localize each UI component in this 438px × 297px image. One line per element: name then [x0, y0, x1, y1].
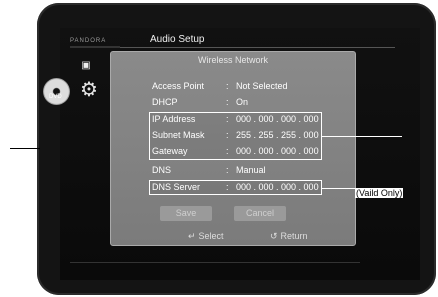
left-callout-line — [10, 148, 40, 149]
enter-icon: ↵ — [188, 231, 196, 241]
save-button[interactable]: Save — [160, 206, 212, 221]
screen-title: Audio Setup — [150, 34, 205, 45]
callout-line-ip-group — [322, 136, 402, 137]
valid-only-annotation: (Vaild Only) — [355, 188, 404, 198]
row-colon: : — [226, 81, 229, 91]
gateway-field[interactable]: 000 . 000 . 000 . 000 — [236, 145, 346, 158]
cancel-button[interactable]: Cancel — [234, 206, 286, 221]
bottom-divider — [70, 262, 360, 263]
row-label: DNS Server — [152, 182, 201, 192]
select-hint: ↵ Select — [188, 230, 224, 242]
dialog-title: Wireless Network — [197, 55, 268, 65]
title-divider — [120, 47, 395, 48]
dvd-icon[interactable] — [43, 78, 70, 105]
row-colon: : — [226, 114, 229, 124]
brand-logo: PANDORA — [70, 38, 107, 44]
row-label: Gateway — [152, 146, 188, 156]
ip-address-field[interactable]: 000 . 000 . 000 . 000 — [236, 113, 346, 126]
row-label: DNS — [152, 165, 172, 175]
row-colon: : — [226, 182, 229, 192]
row-colon: : — [226, 146, 229, 156]
callout-line-dns-server — [322, 188, 356, 189]
dns-mode-value[interactable]: Manual — [236, 164, 346, 177]
row-label: Access Point — [152, 81, 205, 91]
select-hint-label: Select — [198, 231, 224, 241]
brand-underline — [70, 46, 120, 48]
row-colon: : — [226, 130, 229, 140]
return-hint: ↺ Return — [270, 230, 308, 242]
row-label: Subnet Mask — [152, 130, 205, 140]
return-icon: ↺ — [270, 231, 278, 241]
row-label: IP Address — [152, 114, 196, 124]
return-hint-label: Return — [280, 231, 308, 241]
settings-gear-icon[interactable]: ⚙ — [78, 79, 100, 101]
row-colon: : — [226, 165, 229, 175]
row-value: Not Selected — [236, 81, 288, 91]
remote-icon: ▣ — [81, 60, 91, 71]
row-colon: : — [226, 97, 229, 107]
dvd-label: DVD — [49, 94, 62, 100]
row-value: On — [236, 97, 249, 107]
row-label: DHCP — [152, 97, 178, 107]
